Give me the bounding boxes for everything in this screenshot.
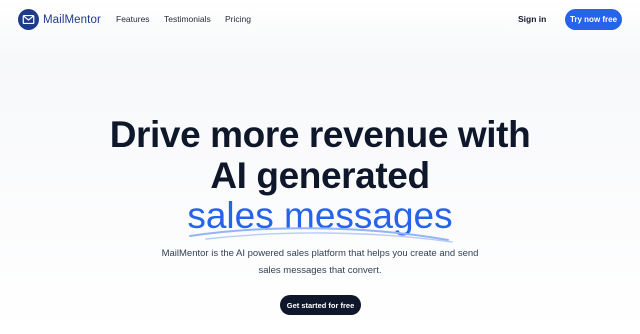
highlight-underline-swoosh (189, 227, 453, 243)
hero-headline-line-1: Drive more revenue with (109, 114, 531, 155)
envelope-logo-icon (18, 9, 39, 30)
nav-link-testimonials[interactable]: Testimonials (164, 14, 211, 24)
hero-headline-line-2: AI generated (210, 155, 430, 196)
nav-link-pricing[interactable]: Pricing (225, 14, 251, 24)
hero-subtitle: MailMentor is the AI powered sales platf… (161, 248, 479, 276)
get-started-button[interactable]: Get started for free (280, 295, 361, 315)
sign-in-link[interactable]: Sign in (518, 14, 546, 24)
brand-logo-link[interactable]: MailMentor (18, 9, 101, 30)
top-navbar: MailMentor Features Testimonials Pricing… (0, 0, 640, 40)
brand-name: MailMentor (43, 13, 101, 26)
try-now-free-button[interactable]: Try now free (565, 9, 622, 30)
nav-link-features[interactable]: Features (116, 14, 150, 24)
